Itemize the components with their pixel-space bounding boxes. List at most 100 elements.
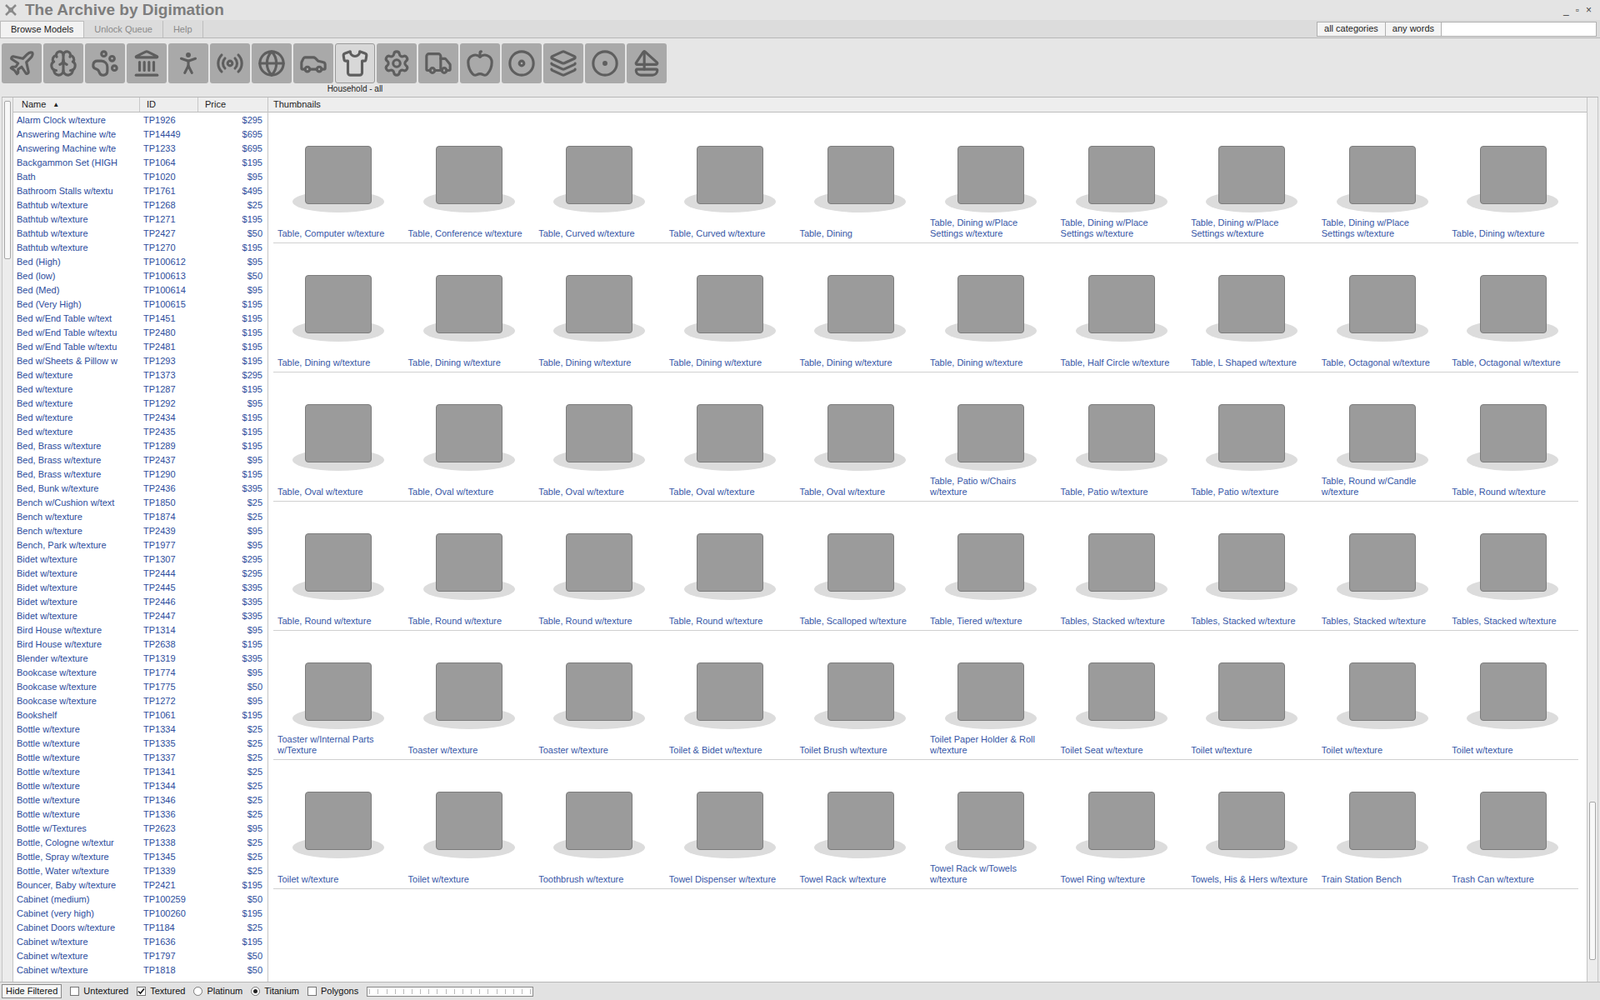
- category-button[interactable]: [626, 43, 667, 84]
- thumbnail-card[interactable]: Table, Round w/texture: [665, 501, 796, 627]
- thumbnail-card[interactable]: Train Station Bench: [1317, 760, 1449, 885]
- list-row[interactable]: Bottle w/textureTP1346$25: [13, 793, 268, 808]
- thumbnail-card[interactable]: Table, Round w/texture: [404, 501, 535, 627]
- list-row[interactable]: Bed w/textureTP1373$295: [13, 368, 268, 383]
- list-row[interactable]: Bouncer, Baby w/textureTP2421$195: [13, 878, 268, 893]
- window-control[interactable]: ×: [1584, 4, 1594, 16]
- list-row[interactable]: Bench w/textureTP1874$25: [13, 510, 268, 525]
- thumbnail-card[interactable]: Toilet & Bidet w/texture: [665, 630, 796, 756]
- list-row[interactable]: Bottle w/textureTP1337$25: [13, 750, 268, 765]
- thumbnail-card[interactable]: Table, Dining w/texture: [534, 243, 665, 369]
- list-row[interactable]: Bed w/Sheets & Pillow wTP1293$195: [13, 354, 268, 369]
- list-row[interactable]: Bidet w/textureTP1307$295: [13, 552, 268, 567]
- thumbnail-card[interactable]: Towels, His & Hers w/texture: [1186, 760, 1318, 885]
- category-button[interactable]: [43, 43, 84, 84]
- scrollbar[interactable]: [1, 97, 14, 982]
- list-row[interactable]: Bottle w/textureTP1344$25: [13, 779, 268, 794]
- list-row[interactable]: BathTP1020$95: [13, 170, 268, 185]
- category-button[interactable]: [210, 43, 250, 84]
- thumbnail-card[interactable]: Table, Round w/Candle w/texture: [1317, 372, 1449, 498]
- thumbnail-card[interactable]: Table, Dining w/Place Settings w/texture: [1186, 114, 1318, 240]
- hide-filtered-button[interactable]: Hide Filtered: [1, 984, 62, 999]
- thumbnail-card[interactable]: Table, Dining w/texture: [925, 243, 1057, 369]
- thumbnail-card[interactable]: Table, Patio w/texture: [1186, 372, 1318, 498]
- column-header[interactable]: Name▲: [13, 97, 140, 112]
- window-control[interactable]: ▫: [1574, 4, 1581, 16]
- list-row[interactable]: Bathtub w/textureTP2427$50: [13, 226, 268, 241]
- thumbnail-card[interactable]: Table, Oval w/texture: [534, 372, 665, 498]
- thumbnail-card[interactable]: Table, Conference w/texture: [404, 114, 535, 240]
- radio-option[interactable]: Titanium: [250, 984, 300, 999]
- thumbnail-card[interactable]: Table, Octagonal w/texture: [1447, 243, 1579, 369]
- thumbnail-card[interactable]: Table, Patio w/texture: [1056, 372, 1188, 498]
- list-row[interactable]: Bottle w/textureTP1341$25: [13, 765, 268, 780]
- list-row[interactable]: Bed w/End Table w/textuTP2481$195: [13, 340, 268, 355]
- mode-dropdown[interactable]: any words: [1385, 21, 1442, 37]
- thumbnail-card[interactable]: Table, Dining w/texture: [665, 243, 796, 369]
- list-row[interactable]: Cabinet (very high)TP100260$195: [13, 906, 268, 921]
- list-row[interactable]: Bidet w/textureTP2447$395: [13, 609, 268, 624]
- list-row[interactable]: Bench w/textureTP2439$95: [13, 524, 268, 539]
- search-field[interactable]: [1441, 21, 1597, 37]
- tab[interactable]: Browse Models: [0, 20, 85, 38]
- thumbnail-card[interactable]: Table, Round w/texture: [534, 501, 665, 627]
- thumbnail-card[interactable]: Table, Octagonal w/texture: [1317, 243, 1449, 369]
- category-button[interactable]: [1, 43, 42, 84]
- thumbnail-card[interactable]: Table, Dining w/texture: [1447, 114, 1579, 240]
- list-row[interactable]: Bookcase w/textureTP1774$95: [13, 665, 268, 680]
- list-row[interactable]: Bookcase w/textureTP1272$95: [13, 694, 268, 709]
- scroll-thumb[interactable]: [4, 100, 11, 260]
- list-row[interactable]: Cabinet w/textureTP1797$50: [13, 949, 268, 964]
- list-row[interactable]: Bidet w/textureTP2445$395: [13, 580, 268, 595]
- thumbnail-card[interactable]: Table, Oval w/texture: [665, 372, 796, 498]
- list-row[interactable]: Alarm Clock w/textureTP1926$295: [13, 113, 268, 128]
- category-button[interactable]: [460, 43, 500, 84]
- thumbnail-card[interactable]: Toilet w/texture: [1186, 630, 1318, 756]
- thumbnail-card[interactable]: Trash Can w/texture: [1447, 760, 1579, 885]
- thumbnail-card[interactable]: Tables, Stacked w/texture: [1317, 501, 1449, 627]
- thumbnail-card[interactable]: Table, Oval w/texture: [795, 372, 926, 498]
- category-button[interactable]: [293, 43, 334, 84]
- thumbnail-card[interactable]: Table, Curved w/texture: [534, 114, 665, 240]
- list-row[interactable]: Cabinet w/textureTP1636$195: [13, 935, 268, 950]
- list-row[interactable]: Bed w/End Table w/textuTP2480$195: [13, 325, 268, 340]
- category-button[interactable]: [85, 43, 125, 84]
- list-row[interactable]: Bed, Brass w/textureTP2437$95: [13, 453, 268, 468]
- list-row[interactable]: Bed w/textureTP1287$195: [13, 382, 268, 397]
- list-row[interactable]: Backgammon Set (HIGHTP1064$195: [13, 155, 268, 170]
- thumbnail-card[interactable]: Table, Dining: [795, 114, 926, 240]
- thumbnail-card[interactable]: Towel Rack w/texture: [795, 760, 926, 885]
- list-row[interactable]: Bed (Very High)TP100615$195: [13, 297, 268, 312]
- list-row[interactable]: Bidet w/textureTP2444$295: [13, 566, 268, 581]
- thumbnail-card[interactable]: Toilet w/texture: [273, 760, 405, 885]
- scroll-thumb[interactable]: [1589, 801, 1596, 960]
- list-row[interactable]: Bird House w/textureTP2638$195: [13, 637, 268, 652]
- thumbnail-card[interactable]: Table, Oval w/texture: [273, 372, 405, 498]
- thumbnail-card[interactable]: Tables, Stacked w/texture: [1186, 501, 1318, 627]
- thumbnail-card[interactable]: Table, Patio w/Chairs w/texture: [925, 372, 1057, 498]
- list-row[interactable]: Bookcase w/textureTP1775$50: [13, 680, 268, 695]
- category-button[interactable]: [585, 43, 625, 84]
- thumbnail-card[interactable]: Table, Round w/texture: [273, 501, 405, 627]
- thumbnail-card[interactable]: Table, Dining w/Place Settings w/texture: [1056, 114, 1188, 240]
- list-row[interactable]: Bottle w/textureTP1336$25: [13, 807, 268, 822]
- thumbnail-card[interactable]: Table, Scalloped w/texture: [795, 501, 926, 627]
- thumbnail-card[interactable]: Tables, Stacked w/texture: [1056, 501, 1188, 627]
- thumbnail-card[interactable]: Toaster w/Internal Parts w/Texture: [273, 630, 405, 756]
- window-control[interactable]: _: [1561, 4, 1571, 16]
- category-button[interactable]: [418, 43, 459, 84]
- category-button[interactable]: [501, 43, 542, 84]
- list-row[interactable]: Answering Machine w/teTP14449$695: [13, 127, 268, 142]
- thumbnail-card[interactable]: Toilet w/texture: [1447, 630, 1579, 756]
- list-row[interactable]: Bed w/textureTP1292$95: [13, 396, 268, 411]
- thumbnail-card[interactable]: Table, Dining w/texture: [273, 243, 405, 369]
- category-button[interactable]: [335, 43, 375, 84]
- thumbnail-card[interactable]: Table, Dining w/texture: [404, 243, 535, 369]
- thumbnail-card[interactable]: Towel Rack w/Towels w/texture: [925, 760, 1057, 885]
- thumbnail-card[interactable]: Table, Dining w/texture: [795, 243, 926, 369]
- category-button[interactable]: [251, 43, 292, 84]
- category-button[interactable]: [543, 43, 584, 84]
- list-row[interactable]: Answering Machine w/teTP1233$695: [13, 141, 268, 156]
- list-row[interactable]: Bed w/textureTP2434$195: [13, 410, 268, 425]
- list-row[interactable]: Cabinet (medium)TP100259$50: [13, 892, 268, 907]
